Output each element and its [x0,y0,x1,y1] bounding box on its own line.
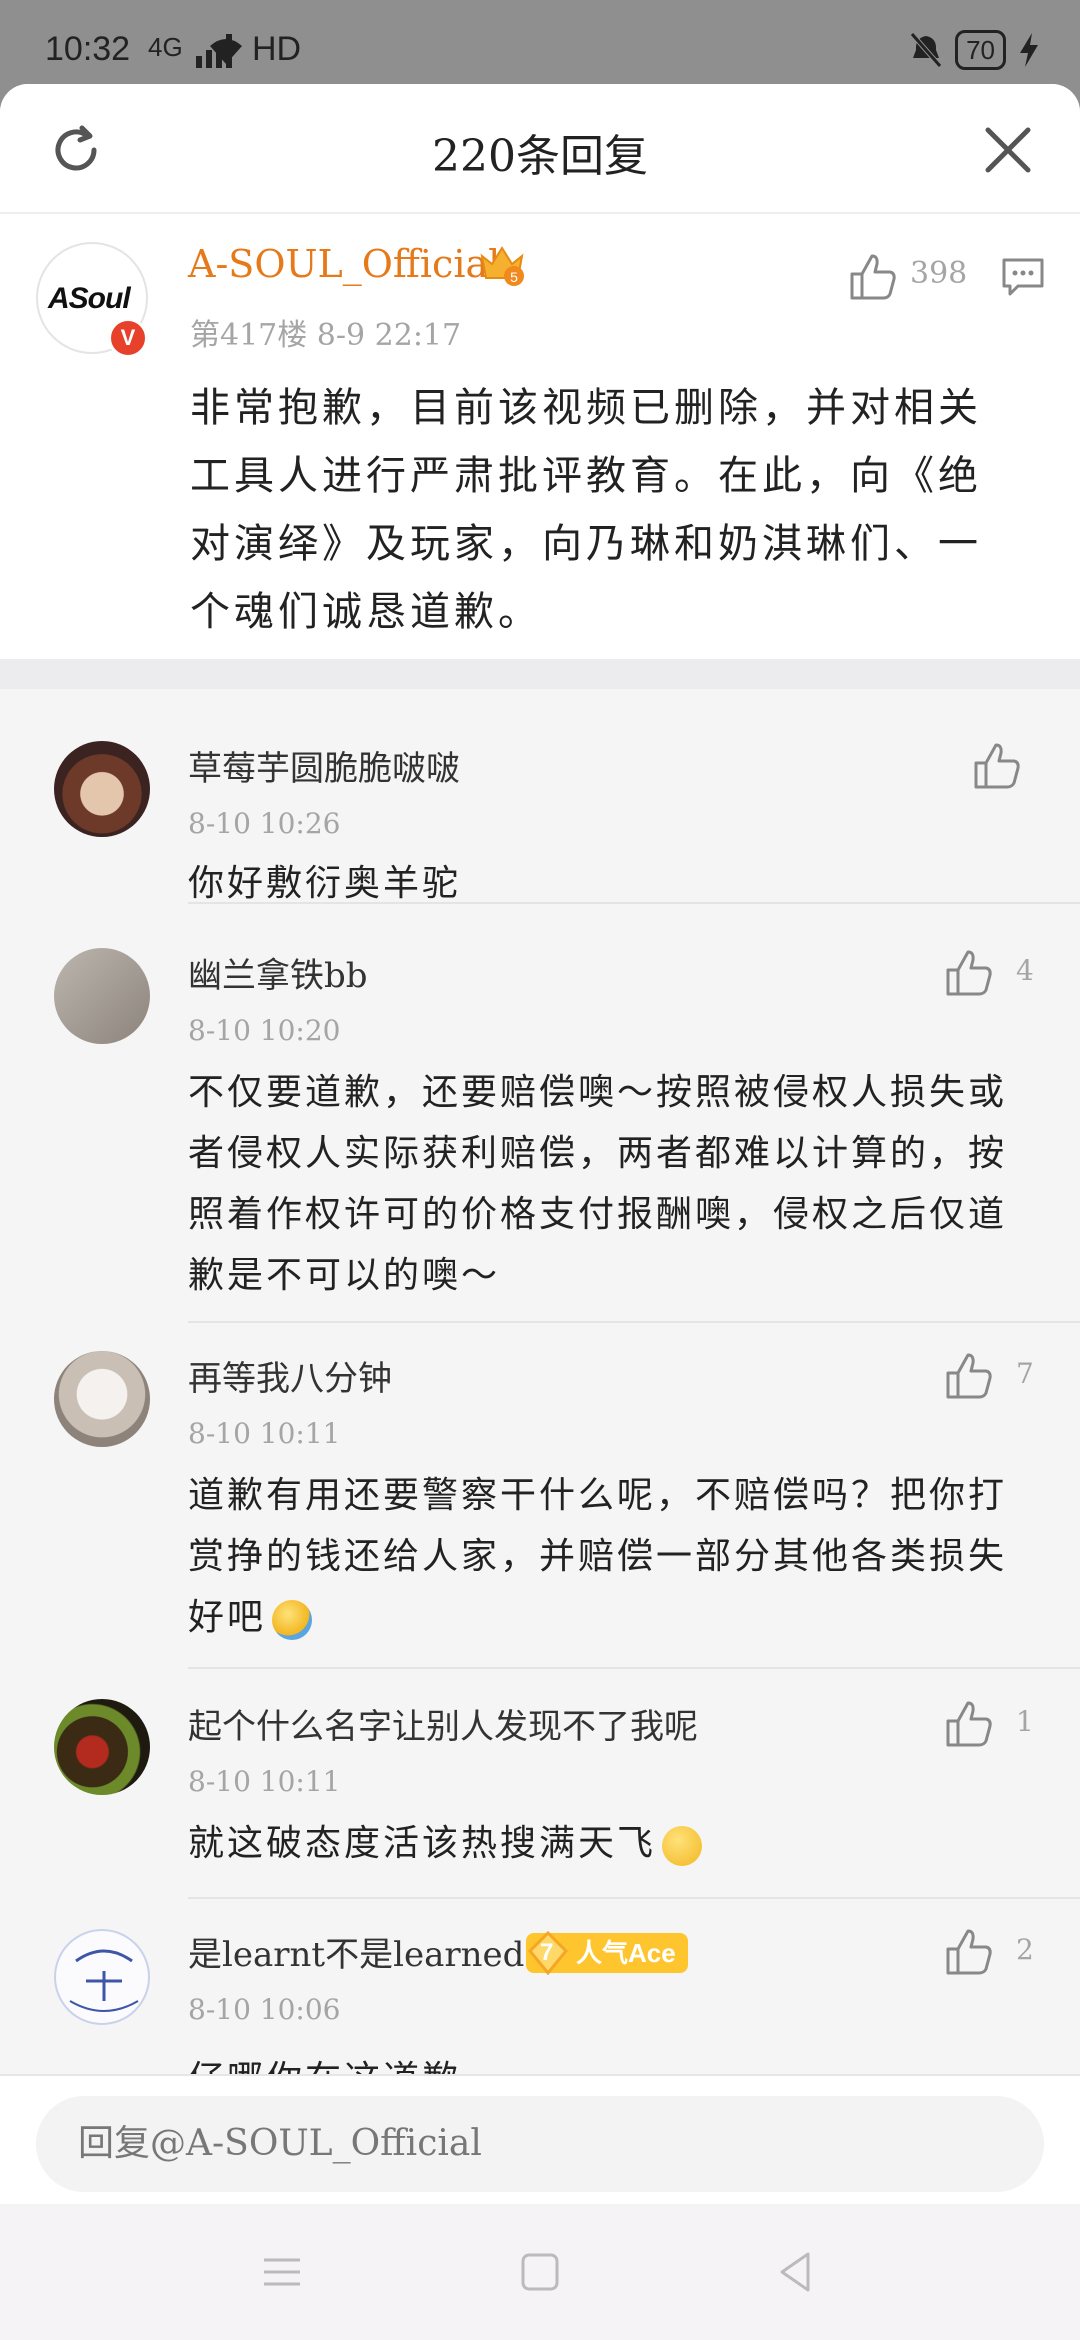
like-icon[interactable] [944,948,994,998]
comment-meta: 第417楼 8-9 22:17 [190,318,462,353]
back-icon[interactable] [770,2246,822,2298]
like-icon[interactable] [944,1927,994,1977]
comment-text: 非常抱歉，目前该视频已删除，并对相关工具人进行严肃批评教育。在此，向《绝对演绎》… [190,385,982,635]
reply-author[interactable]: 草莓芋圆脆脆啵啵 [188,741,460,790]
mute-icon [910,32,942,68]
reply-time: 8-10 10:06 [188,1993,341,2026]
home-icon[interactable] [514,2246,566,2298]
like-count: 1 [1016,1705,1034,1738]
close-icon[interactable] [982,124,1034,176]
reply-text: 仔哪你在这道歉 [188,2049,1028,2074]
comment-icon[interactable] [1000,254,1046,300]
system-nav-bar [0,2204,1080,2340]
reply-author[interactable]: 是learnt不是learned [188,1927,524,1976]
avatar[interactable] [54,1351,150,1447]
popularity-badge: 7 人气Ace [526,1931,688,1975]
like-icon[interactable] [972,741,1022,791]
list-item: 起个什么名字让别人发现不了我呢 8-10 10:11 1 就这破态度活该热搜满天… [0,1669,1080,1899]
reply-text: 不仅要道歉，还要赔偿噢～按照被侵权人损失或者侵权人实际获利赔偿，两者都难以计算的… [188,1072,1008,1296]
like-icon[interactable] [944,1351,994,1401]
avatar[interactable] [54,741,150,837]
reply-input[interactable]: 回复@A-SOUL_Official [36,2096,1044,2192]
divider [0,659,1080,689]
avatar[interactable] [54,1699,150,1795]
reply-time: 8-10 10:20 [188,1014,341,1047]
reply-time: 8-10 10:26 [188,807,341,840]
like-count: 398 [910,256,968,291]
reply-author[interactable]: 起个什么名字让别人发现不了我呢 [188,1699,698,1748]
list-item: 再等我八分钟 8-10 10:11 7 道歉有用还要警察干什么呢，不赔偿吗？把你… [0,1323,1080,1669]
charging-icon [1020,33,1038,67]
reply-text-content: 就这破态度活该热搜满天飞 [188,1823,657,1864]
crown-icon: 5 [480,246,524,286]
smile-emoji-icon [272,1600,313,1640]
avatar[interactable] [54,948,150,1044]
page-title: 220条回复 [432,131,648,182]
menu-icon[interactable] [256,2246,308,2298]
like-icon[interactable] [848,252,898,302]
main-comment: ASoul V A-SOUL_Official 5 第417楼 8-9 22:1… [0,214,1080,659]
reply-text: 道歉有用还要警察干什么呢，不赔偿吗？把你打赏挣的钱还给人家，并赔偿一部分其他各类… [188,1465,1028,1648]
status-time: 10:32 [45,30,131,68]
reply-author[interactable]: 幽兰拿铁bb [188,948,368,997]
verified-badge: V [108,318,148,358]
reply-time: 8-10 10:11 [188,1765,341,1798]
wifi-icon [210,39,242,64]
reply-bar: 回复@A-SOUL_Official [0,2074,1080,2204]
badge-level: 7 [540,1939,554,1966]
like-count: 7 [1016,1357,1034,1390]
like-count: 4 [1016,954,1034,987]
list-item: 草莓芋圆脆脆啵啵 8-10 10:26 你好敷衍奥羊驼 [0,689,1080,904]
sheet-header: 220条回复 [0,84,1080,214]
comment-author[interactable]: A-SOUL_Official [188,242,500,286]
badge-text: 人气Ace [576,1938,676,1968]
reply-author[interactable]: 再等我八分钟 [188,1351,392,1400]
svg-text:5: 5 [510,269,518,285]
like-count: 2 [1016,1933,1034,1966]
like-icon[interactable] [944,1699,994,1749]
reply-time: 8-10 10:11 [188,1417,341,1450]
battery-level: 70 [955,30,1006,70]
reply-text: 就这破态度活该热搜满天飞 [188,1813,1028,1874]
asoul-logo: ASoul [48,282,131,315]
avatar[interactable] [54,1929,150,2025]
heart-eyes-emoji-icon [662,1826,703,1866]
list-item: 是learnt不是learned 7 人气Ace 8-10 10:06 2 仔哪… [0,1899,1080,2074]
hd-indicator: HD [252,30,302,68]
avatar-art-icon [69,1949,139,2012]
list-item: 幽兰拿铁bb 8-10 10:20 4 不仅要道歉，还要赔偿噢～按照被侵权人损失… [0,918,1080,1323]
network-type: 4G [148,32,183,62]
